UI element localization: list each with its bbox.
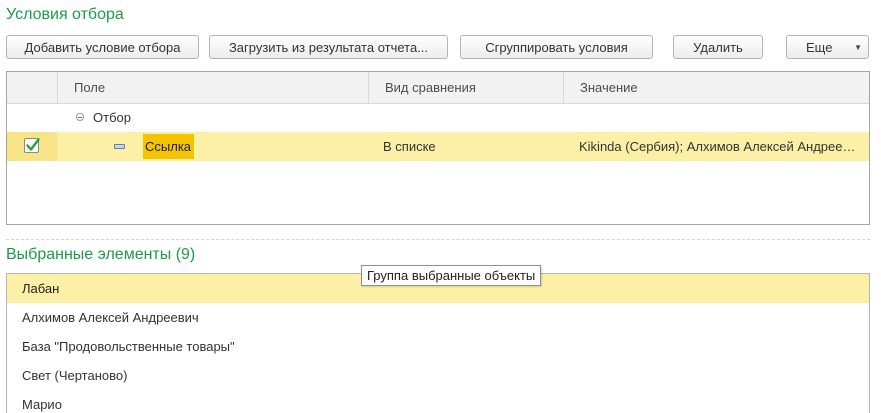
collapse-circle-icon[interactable] [76, 113, 84, 121]
column-header-field[interactable]: Поле [57, 72, 368, 103]
section-divider [6, 239, 870, 240]
checkbox-checked-icon[interactable] [24, 138, 40, 153]
add-filter-condition-button[interactable]: Добавить условие отбора [6, 35, 199, 59]
table-row[interactable]: Ссылка В списке Kikinda (Сербия); Алхимо… [7, 132, 869, 161]
chevron-down-icon: ▼ [854, 43, 862, 52]
tooltip: Группа выбранные объекты [361, 265, 542, 286]
selected-items-list: Лабан Алхимов Алексей Андреевич База "Пр… [6, 273, 870, 413]
list-item[interactable]: База "Продовольственные товары" [7, 332, 869, 361]
list-item[interactable]: Марио [7, 390, 869, 413]
value-cell[interactable]: Kikinda (Сербия); Алхимов Алексей Андрее… [579, 139, 861, 154]
table-header: Поле Вид сравнения Значение [7, 72, 869, 104]
column-header-value[interactable]: Значение [563, 72, 869, 103]
load-from-report-button[interactable]: Загрузить из результата отчета... [209, 35, 448, 59]
more-button-label: Еще [806, 39, 833, 55]
list-item[interactable]: Алхимов Алексей Андреевич [7, 303, 869, 332]
field-item-icon [114, 144, 125, 149]
column-header-use[interactable] [7, 72, 57, 103]
delete-button[interactable]: Удалить [673, 35, 763, 59]
filter-section-title: Условия отбора [6, 6, 124, 23]
comparison-cell[interactable]: В списке [383, 139, 436, 154]
group-row-filter[interactable]: Отбор [7, 104, 869, 132]
selected-section-title: Выбранные элементы (9) [6, 246, 196, 263]
more-button[interactable]: Еще ▼ [786, 35, 869, 59]
column-header-comparison[interactable]: Вид сравнения [368, 72, 563, 103]
list-item[interactable]: Свет (Чертаново) [7, 361, 869, 390]
filter-conditions-table: Поле Вид сравнения Значение Отбор Ссылка… [6, 71, 870, 225]
use-checkbox-cell[interactable] [7, 132, 57, 161]
group-row-label: Отбор [93, 110, 131, 125]
field-name-cell[interactable]: Ссылка [143, 134, 195, 159]
group-conditions-button[interactable]: Сгруппировать условия [460, 35, 653, 59]
